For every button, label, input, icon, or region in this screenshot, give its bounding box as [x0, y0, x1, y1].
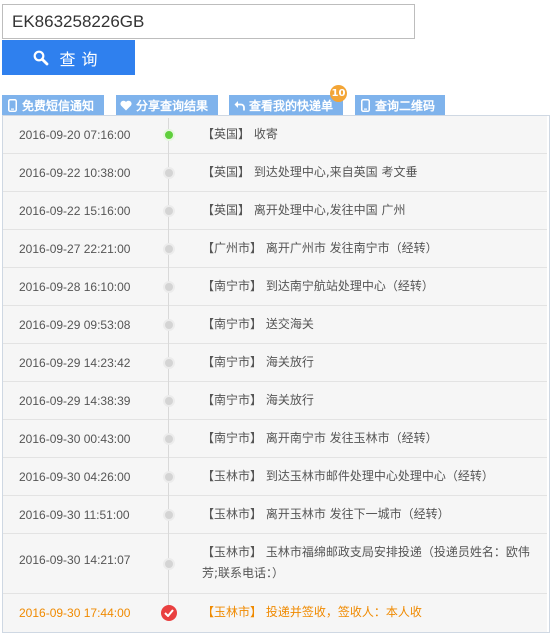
tracking-number-input[interactable]	[2, 4, 415, 39]
timeline-time: 2016-09-29 14:38:39	[19, 394, 131, 408]
search-icon	[33, 50, 49, 66]
heart-icon	[120, 98, 132, 112]
timeline-description: 【南宁市】 海关放行	[202, 393, 314, 407]
timeline-row: 2016-09-30 04:26:00 【玉林市】 到达玉林市邮件处理中心处理中心…	[3, 458, 547, 496]
sms-notify-button[interactable]: 免费短信通知	[2, 95, 104, 115]
qr-code-button[interactable]: 查询二维码	[355, 95, 445, 115]
timeline-description: 【广州市】 离开广州市 发往南宁市（经转）	[202, 241, 438, 255]
timeline-time: 2016-09-29 09:53:08	[19, 318, 131, 332]
timeline-dot	[163, 281, 175, 293]
timeline-time: 2016-09-30 11:51:00	[19, 508, 130, 522]
timeline-dot	[163, 471, 175, 483]
timeline-time: 2016-09-22 15:16:00	[19, 204, 131, 218]
timeline-time: 2016-09-30 00:43:00	[19, 432, 131, 446]
timeline-row: 2016-09-30 14:21:07 【玉林市】 玉林市福绵邮政支局安排投递（投…	[3, 534, 547, 594]
timeline-time: 2016-09-28 16:10:00	[19, 280, 131, 294]
sms-notify-label: 免费短信通知	[22, 98, 95, 113]
timeline-description: 【玉林市】 玉林市福绵邮政支局安排投递（投递员姓名：欧伟芳;联系电话：）	[202, 545, 530, 580]
search-button[interactable]: 查询	[2, 40, 135, 75]
timeline-time: 2016-09-29 14:23:42	[19, 356, 131, 370]
timeline-dot	[163, 319, 175, 331]
my-shipments-label: 查看我的快递单	[249, 98, 334, 113]
timeline-row: 2016-09-20 07:16:00 【英国】 收寄	[3, 116, 547, 154]
my-shipments-button[interactable]: 查看我的快递单	[229, 95, 343, 115]
timeline-time: 2016-09-30 04:26:00	[19, 470, 131, 484]
timeline-description: 【玉林市】 到达玉林市邮件处理中心处理中心（经转）	[202, 469, 494, 483]
timeline-description: 【玉林市】 离开玉林市 发往下一城市（经转）	[202, 507, 450, 521]
timeline-row: 2016-09-29 14:23:42 【南宁市】 海关放行	[3, 344, 547, 382]
timeline-row: 2016-09-30 00:43:00 【南宁市】 离开南宁市 发往玉林市（经转）	[3, 420, 547, 458]
timeline-row: 2016-09-22 15:16:00 【英国】 离开处理中心,发往中国 广州	[3, 192, 547, 230]
timeline-time: 2016-09-20 07:16:00	[19, 128, 131, 142]
timeline-time: 2016-09-22 10:38:00	[19, 166, 131, 180]
timeline-dot	[163, 395, 175, 407]
timeline-row: 2016-09-30 11:51:00 【玉林市】 离开玉林市 发往下一城市（经转…	[3, 496, 547, 534]
timeline-dot	[163, 357, 175, 369]
timeline-dot	[163, 509, 175, 521]
timeline-row: 2016-09-28 16:10:00 【南宁市】 到达南宁航站处理中心（经转）	[3, 268, 547, 306]
share-results-label: 分享查询结果	[136, 98, 209, 113]
search-button-label: 查询	[59, 51, 104, 69]
timeline-row: 2016-09-22 10:38:00 【英国】 到达处理中心,来自英国 考文垂	[3, 154, 547, 192]
timeline-description: 【英国】 收寄	[202, 127, 278, 141]
timeline-row: 2016-09-29 14:38:39 【南宁市】 海关放行	[3, 382, 547, 420]
timeline-description: 【英国】 到达处理中心,来自英国 考文垂	[202, 165, 418, 179]
delivered-check-icon	[161, 605, 177, 621]
timeline-time: 2016-09-30 17:44:00	[19, 606, 131, 620]
timeline-description: 【南宁市】 离开南宁市 发往玉林市（经转）	[202, 431, 438, 445]
timeline-start-dot	[163, 129, 175, 141]
phone-icon	[6, 98, 18, 112]
timeline-dot	[163, 558, 175, 570]
timeline-description: 【南宁市】 送交海关	[202, 317, 314, 331]
timeline-dot	[163, 167, 175, 179]
timeline-description: 【英国】 离开处理中心,发往中国 广州	[202, 203, 406, 217]
timeline-dot	[163, 205, 175, 217]
timeline-description: 【南宁市】 海关放行	[202, 355, 314, 369]
timeline-row: 2016-09-29 09:53:08 【南宁市】 送交海关	[3, 306, 547, 344]
timeline-description: 【南宁市】 到达南宁航站处理中心（经转）	[202, 279, 434, 293]
timeline-dot	[163, 243, 175, 255]
return-arrow-icon	[233, 98, 245, 112]
timeline-dot	[163, 433, 175, 445]
timeline-description: 【玉林市】 投递并签收，签收人：本人收	[202, 605, 422, 619]
shipment-count-badge: 10	[330, 85, 347, 102]
phone-icon	[359, 98, 371, 112]
timeline-row: 2016-09-27 22:21:00 【广州市】 离开广州市 发往南宁市（经转）	[3, 230, 547, 268]
timeline-time: 2016-09-27 22:21:00	[19, 242, 131, 256]
timeline-row: 2016-09-30 17:44:00 【玉林市】 投递并签收，签收人：本人收	[3, 594, 547, 632]
qr-code-label: 查询二维码	[375, 98, 436, 113]
share-results-button[interactable]: 分享查询结果	[116, 95, 218, 115]
timeline-time: 2016-09-30 14:21:07	[19, 553, 131, 567]
